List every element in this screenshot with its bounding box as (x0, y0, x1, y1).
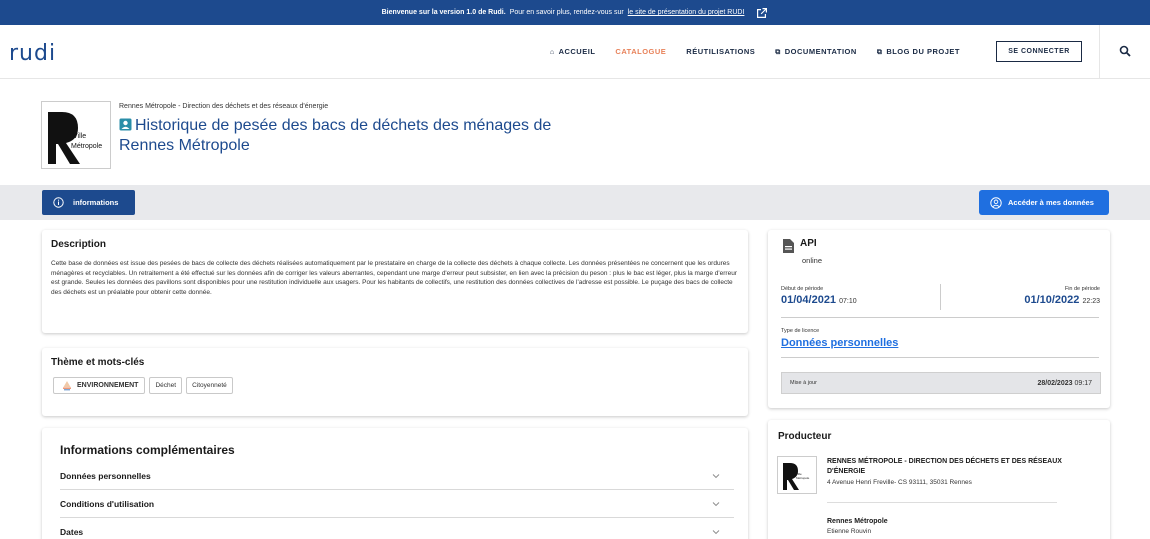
description-title: Description (51, 239, 107, 250)
producer-title: Producteur (778, 431, 832, 442)
divider (781, 357, 1099, 358)
rudi-logo[interactable]: rudi (9, 41, 56, 66)
header-divider (1099, 25, 1100, 79)
divider (827, 502, 1057, 503)
top-header: rudi ⌂ ACCUEIL CATALOGUE RÉUTILISATIONS ⧉… (0, 25, 1150, 79)
theme-tag-environnement[interactable]: ENVIRONNEMENT (53, 377, 146, 394)
organization-name[interactable]: Rennes Métropole - Direction des déchets… (119, 103, 328, 110)
keyword-tag[interactable]: Déchet (149, 377, 183, 394)
person-data-icon (119, 118, 132, 131)
external-link-icon[interactable] (756, 7, 768, 19)
nav-reutilisations[interactable]: RÉUTILISATIONS (686, 47, 755, 57)
description-text: Cette base de données est issue des pesé… (51, 260, 737, 296)
producer-logo-small: Ville Métropole (777, 456, 817, 494)
theme-title: Thème et mots-clés (51, 357, 145, 368)
user-circle-icon (990, 196, 1002, 209)
nav-documentation[interactable]: ⧉ DOCUMENTATION (775, 47, 857, 57)
producer-card: Producteur Ville Métropole RENNES MÉTROP… (768, 420, 1110, 539)
api-status: online (802, 256, 823, 265)
contact-organization: Rennes Métropole (827, 518, 888, 525)
info-icon (53, 197, 64, 208)
licence-label: Type de licence (781, 328, 820, 334)
banner-bold-text: Bienvenue sur la version 1.0 de Rudi. (381, 9, 506, 16)
access-data-button[interactable]: Accéder à mes données (979, 190, 1109, 215)
producer-address: 4 Avenue Henri Freville- CS 93111, 35031… (827, 479, 972, 486)
document-icon (783, 239, 794, 253)
announcement-banner: Bienvenue sur la version 1.0 de Rudi. Po… (0, 0, 1150, 25)
chevron-down-icon (712, 501, 720, 506)
accordion-dates[interactable]: Dates (60, 518, 734, 539)
tab-bar (0, 185, 1150, 220)
more-info-card: Informations complémentaires Données per… (42, 428, 748, 539)
banner-text: Pour en savoir plus, rendez-vous sur (509, 9, 624, 16)
period-separator (940, 284, 941, 310)
search-icon[interactable] (1119, 45, 1131, 57)
accordion-conditions[interactable]: Conditions d'utilisation (60, 490, 734, 518)
external-link-icon: ⧉ (775, 49, 781, 56)
theme-card: Thème et mots-clés ENVIRONNEMENT Déchet … (42, 348, 748, 416)
licence-link[interactable]: Données personnelles (781, 337, 898, 349)
chevron-down-icon (712, 529, 720, 534)
chevron-down-icon (712, 473, 720, 478)
keyword-tag[interactable]: Citoyenneté (186, 377, 233, 394)
api-title: API (800, 238, 817, 249)
main-nav: ⌂ ACCUEIL CATALOGUE RÉUTILISATIONS ⧉ DOCUM… (550, 47, 960, 57)
accordion-personal-data[interactable]: Données personnelles (60, 462, 734, 490)
nav-blog[interactable]: ⧉ BLOG DU PROJET (877, 47, 960, 57)
banner-link[interactable]: le site de présentation du projet RUDI (628, 9, 745, 16)
tag-list: ENVIRONNEMENT Déchet Citoyenneté (53, 377, 233, 394)
update-info: Mise à jour 28/02/2023 09:17 (781, 372, 1101, 394)
description-card: Description Cette base de données est is… (42, 230, 748, 333)
tab-informations[interactable]: informations (42, 190, 135, 215)
period-start: Début de période 01/04/2021 07:10 (781, 286, 857, 306)
producer-name[interactable]: RENNES MÉTROPOLE - DIRECTION DES DÉCHETS… (827, 457, 1067, 477)
page-title: Historique de pesée des bacs de déchets … (119, 117, 552, 154)
more-info-title: Informations complémentaires (60, 443, 235, 457)
nav-accueil[interactable]: ⌂ ACCUEIL (550, 47, 596, 57)
api-card: API online Début de période 01/04/2021 0… (768, 230, 1110, 408)
login-button[interactable]: SE CONNECTER (996, 41, 1082, 62)
divider (781, 317, 1099, 318)
contact-person: Etienne Rouvin (827, 528, 872, 535)
period-end: Fin de période 01/10/2022 22:23 (1024, 286, 1100, 306)
home-icon: ⌂ (549, 49, 555, 56)
producer-logo: Ville Métropole (41, 101, 111, 169)
api-header: API (783, 238, 817, 253)
environment-icon (63, 381, 71, 391)
external-link-icon: ⧉ (876, 49, 883, 56)
logo-caption: Ville Métropole (71, 133, 103, 150)
nav-catalogue[interactable]: CATALOGUE (615, 47, 666, 57)
